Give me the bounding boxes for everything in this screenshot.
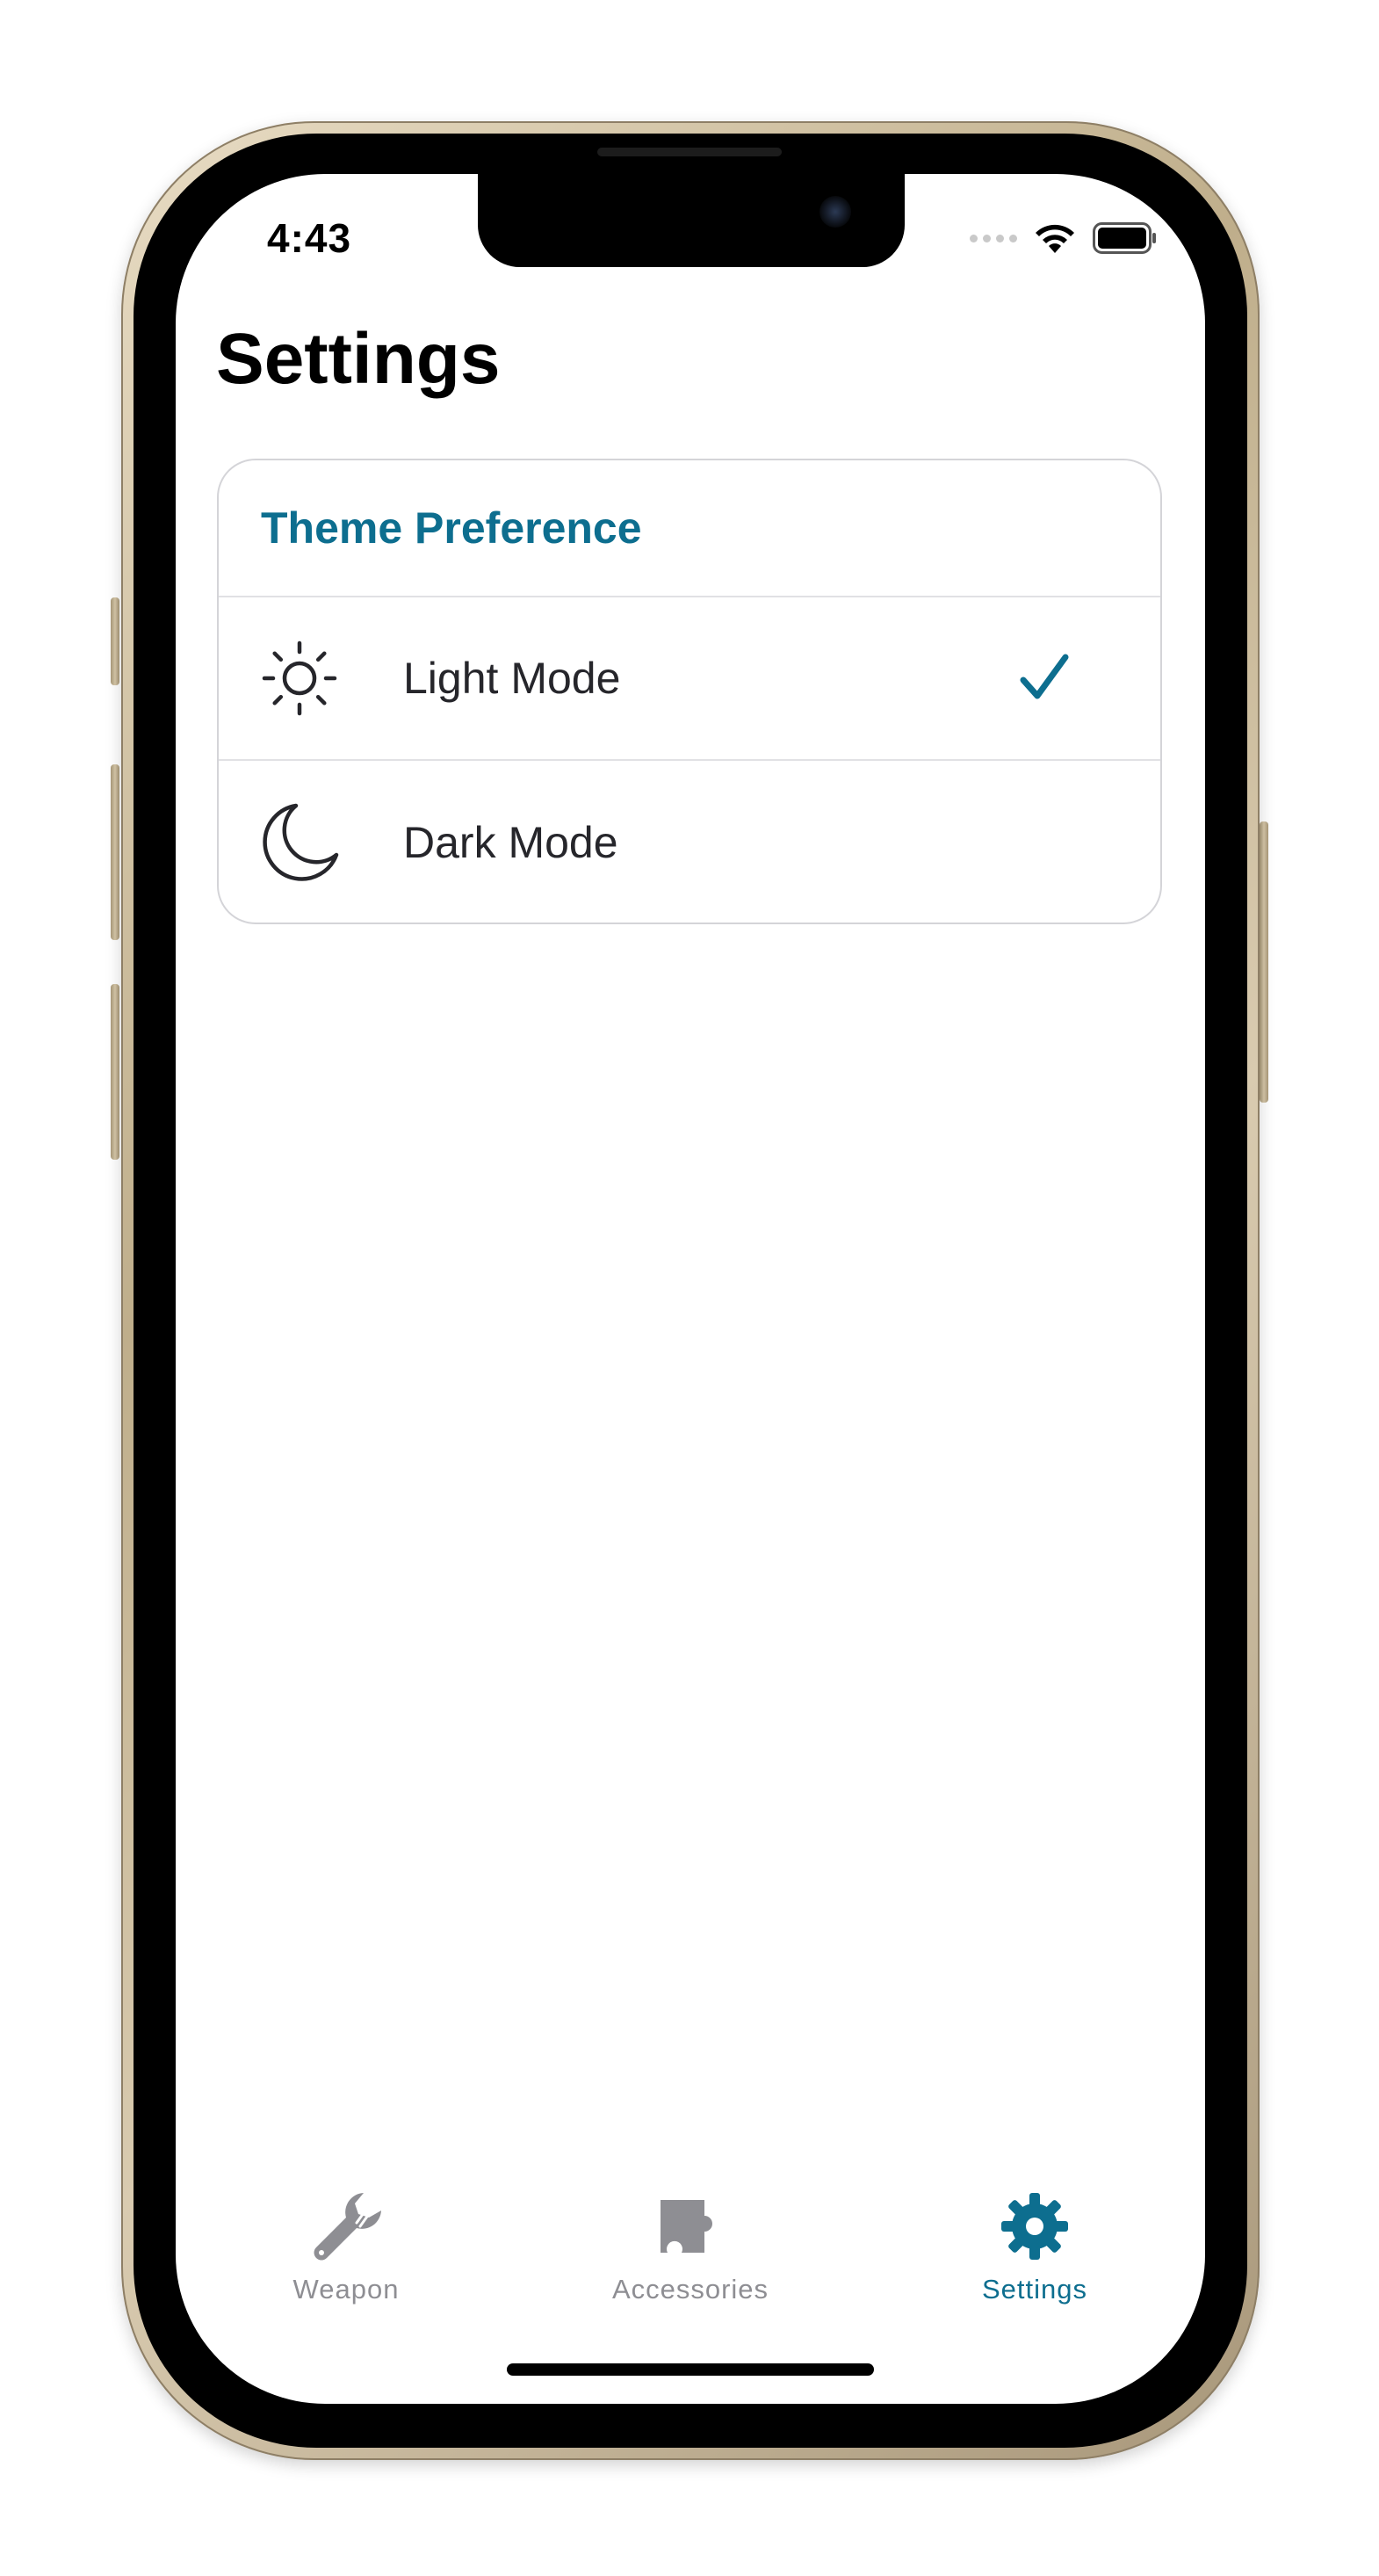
dark-mode-label: Dark Mode: [403, 818, 618, 867]
light-mode-option[interactable]: Light Mode: [219, 597, 1160, 761]
page-title: Settings: [216, 319, 501, 399]
status-time: 4:43: [267, 215, 352, 261]
tab-weapon-label: Weapon: [292, 2274, 400, 2305]
moon-icon: [257, 800, 342, 885]
status-icons: [970, 221, 1158, 255]
gear-icon: [996, 2188, 1073, 2265]
theme-preference-card: Theme Preference Light Mode Dark Mode: [217, 459, 1162, 924]
notch: [478, 174, 905, 267]
theme-preference-header: Theme Preference: [219, 460, 1160, 597]
tab-accessories[interactable]: Accessories: [576, 2188, 805, 2311]
tab-weapon[interactable]: Weapon: [232, 2188, 460, 2311]
home-indicator[interactable]: [507, 2363, 874, 2376]
wrench-icon: [307, 2188, 385, 2265]
front-camera: [819, 196, 851, 228]
tab-settings-label: Settings: [981, 2274, 1087, 2305]
checkmark-icon: [1020, 654, 1069, 699]
device-stage: 4:43 Settings Theme Preference Light Mod…: [0, 0, 1379, 2576]
silent-switch: [111, 597, 119, 685]
power-button: [1260, 821, 1268, 1103]
sun-icon: [257, 636, 342, 720]
screen: 4:43 Settings Theme Preference Light Mod…: [176, 174, 1205, 2404]
tab-settings[interactable]: Settings: [921, 2188, 1149, 2311]
dark-mode-option[interactable]: Dark Mode: [219, 761, 1160, 923]
wifi-icon: [1036, 224, 1074, 253]
earpiece-speaker: [597, 148, 782, 156]
cellular-signal-icon: [970, 234, 1017, 242]
tab-accessories-label: Accessories: [611, 2274, 769, 2305]
volume-up-button: [111, 764, 119, 940]
puzzle-icon: [652, 2188, 729, 2265]
battery-icon: [1093, 222, 1156, 254]
tab-bar: Weapon Accessories Settings: [176, 2188, 1205, 2311]
light-mode-label: Light Mode: [403, 654, 621, 703]
volume-down-button: [111, 984, 119, 1160]
